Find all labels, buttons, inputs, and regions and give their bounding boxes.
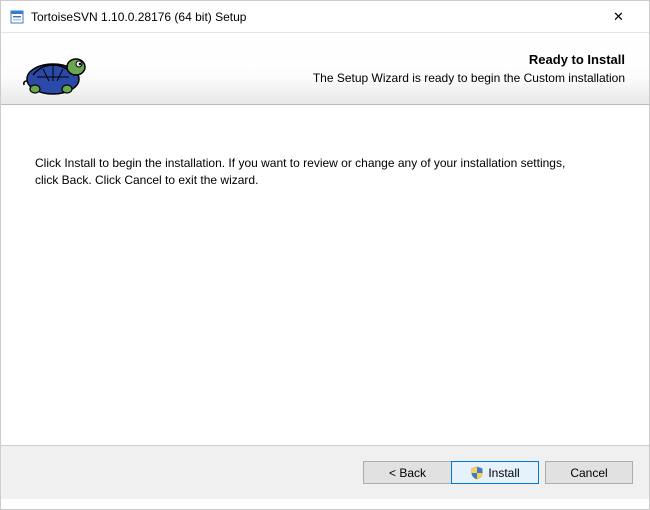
tortoise-logo-icon [13, 37, 93, 101]
titlebar: TortoiseSVN 1.10.0.28176 (64 bit) Setup … [1, 1, 649, 33]
header-title: Ready to Install [105, 52, 625, 67]
install-button[interactable]: Install [451, 461, 539, 484]
cancel-button-label: Cancel [570, 466, 607, 480]
header-banner: Ready to Install The Setup Wizard is rea… [1, 33, 649, 105]
content-area: Click Install to begin the installation.… [1, 105, 649, 445]
back-button-label: < Back [389, 466, 426, 480]
close-button[interactable]: ✕ [596, 2, 641, 32]
header-subtitle: The Setup Wizard is ready to begin the C… [105, 71, 625, 85]
window-title: TortoiseSVN 1.10.0.28176 (64 bit) Setup [31, 10, 596, 24]
shield-icon [470, 466, 484, 480]
instruction-text: Click Install to begin the installation.… [35, 155, 575, 189]
back-button[interactable]: < Back [363, 461, 451, 484]
close-icon: ✕ [613, 9, 624, 25]
cancel-button[interactable]: Cancel [545, 461, 633, 484]
footer: < Back Install Cancel [1, 445, 649, 499]
installer-icon [9, 9, 25, 25]
install-button-label: Install [488, 466, 519, 480]
